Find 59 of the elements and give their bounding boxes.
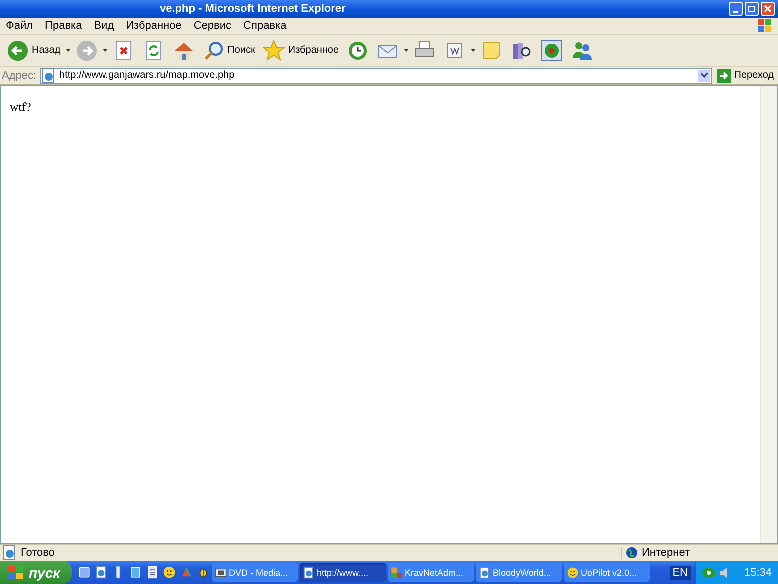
search-button[interactable]: Поиск [200, 38, 258, 64]
back-button[interactable]: Назад [4, 38, 64, 64]
close-button[interactable] [761, 2, 775, 16]
blocks-icon [391, 566, 403, 578]
go-button[interactable]: Переход [715, 68, 776, 82]
caret-icon[interactable] [102, 49, 108, 52]
film-icon [215, 566, 227, 578]
square-icon [78, 566, 91, 579]
caret-icon[interactable] [66, 49, 71, 52]
smiley-icon [163, 566, 176, 579]
favorites-button[interactable]: Избранное [260, 38, 342, 64]
status-text: Готово [21, 547, 56, 559]
address-label: Адрес: [2, 70, 37, 82]
page-icon [95, 566, 108, 579]
taskbar-button[interactable]: UoPilot v2.0... [564, 563, 650, 582]
taskbar-button[interactable]: KravNetAdm... [388, 563, 474, 582]
star-icon [263, 40, 286, 62]
minimize-button[interactable] [729, 2, 743, 16]
close-icon [764, 5, 772, 13]
language-indicator[interactable]: EN [670, 566, 691, 580]
list-icon [146, 566, 159, 579]
address-field[interactable]: http://www.ganjawars.ru/map.move.php [40, 68, 712, 84]
menu-item[interactable]: Избранное [120, 20, 188, 32]
page-text: wtf? [10, 100, 32, 115]
zone-label: Интернет [642, 547, 690, 559]
flower-icon [541, 40, 564, 62]
restore-button[interactable] [745, 2, 759, 16]
search-icon [202, 40, 225, 62]
clock-icon [347, 40, 370, 62]
menu-item[interactable]: Сервис [188, 20, 238, 32]
menu-item[interactable]: Файл [0, 20, 40, 32]
taskbar-button[interactable]: http://www.... [300, 563, 386, 582]
arrow-icon [717, 68, 732, 82]
caret-icon[interactable] [404, 49, 410, 52]
page-icon [479, 566, 491, 578]
smiley-icon [567, 566, 579, 578]
menu-item[interactable]: Вид [88, 20, 120, 32]
chevron-icon [700, 73, 708, 78]
bug-icon [197, 566, 210, 579]
eye-icon[interactable] [702, 566, 716, 578]
people-icon [571, 40, 594, 62]
flag-logo-icon [8, 566, 24, 580]
menu-item[interactable]: Правка [39, 20, 88, 32]
caret-icon[interactable] [471, 49, 476, 52]
note-icon [481, 40, 504, 62]
taskbar-button[interactable]: DVD - Media... [212, 563, 298, 582]
dropdown-button[interactable] [698, 70, 710, 82]
window-title: ve.php - Microsoft Internet Explorer [160, 3, 347, 15]
start-button[interactable]: пуск [0, 561, 72, 584]
globe-icon [626, 547, 638, 559]
taskbar-button[interactable]: BloodyWorld... [476, 563, 562, 582]
page-icon [303, 566, 315, 578]
restore-icon [748, 5, 756, 13]
brush-icon [180, 566, 193, 579]
flag-logo-icon [758, 19, 772, 33]
scrollbar[interactable] [760, 86, 777, 543]
menu-item[interactable]: Справка [238, 20, 293, 32]
page-icon [129, 566, 142, 579]
clock: 15:34 [744, 566, 772, 578]
